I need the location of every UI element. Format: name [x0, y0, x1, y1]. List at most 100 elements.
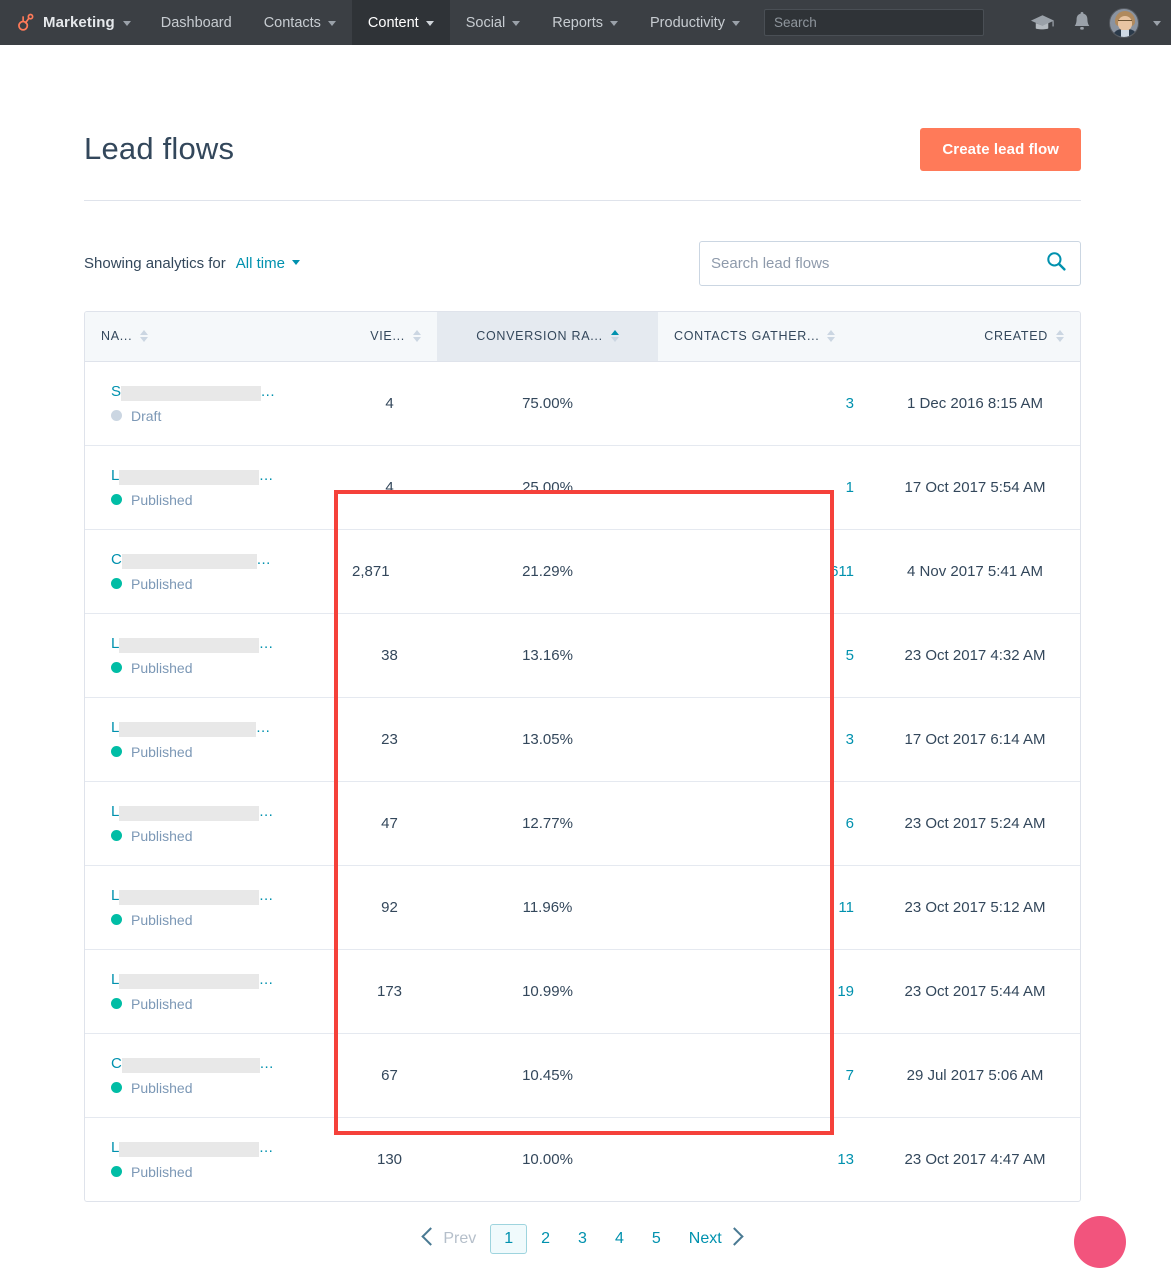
cell-created: 23 Oct 2017 5:24 AM	[870, 781, 1080, 866]
pagination-prev[interactable]: Prev	[410, 1226, 490, 1252]
search-lead-flows-box[interactable]	[699, 241, 1081, 286]
cell-name[interactable]: C... Published	[85, 1033, 342, 1118]
cell-name[interactable]: S... Draft	[85, 361, 342, 446]
cell-contacts-gathered[interactable]: 3	[658, 697, 870, 782]
contacts-count-link[interactable]: 3	[846, 395, 854, 412]
lead-flow-name-link[interactable]: L...	[111, 1139, 326, 1157]
table-row[interactable]: S... Draft 4 75.00% 3 1 Dec 2016 8:15 AM	[85, 361, 1080, 446]
column-header-name[interactable]: NA...	[85, 312, 342, 362]
column-header-contacts-gathered[interactable]: CONTACTS GATHER...	[658, 312, 870, 362]
cell-contacts-gathered[interactable]: 19	[658, 949, 870, 1034]
table-row[interactable]: L... Published 23 13.05% 3 17 Oct 2017 6:14 A…	[85, 697, 1080, 782]
cell-conversion-rate: 12.77%	[437, 781, 658, 866]
cell-views: 92	[342, 865, 437, 950]
table-row[interactable]: C... Published 67 10.45% 7 29 Jul 2017 5:06 A…	[85, 1033, 1080, 1118]
date-range-dropdown[interactable]: All time	[236, 255, 300, 272]
cell-name[interactable]: C... Published	[85, 529, 342, 614]
table-row[interactable]: L... Published 47 12.77% 6 23 Oct 2017 5:24 A…	[85, 781, 1080, 866]
lead-flow-name-link[interactable]: L...	[111, 971, 326, 989]
cell-contacts-gathered[interactable]: 5	[658, 613, 870, 698]
brand-home-link[interactable]: Marketing	[0, 0, 145, 45]
lead-flow-name-link[interactable]: L...	[111, 719, 326, 737]
academy-cap-icon[interactable]	[1029, 10, 1055, 36]
status-label: Published	[131, 911, 193, 928]
notifications-bell-icon[interactable]	[1069, 10, 1095, 36]
pagination-page-3[interactable]: 3	[564, 1226, 601, 1252]
cell-name[interactable]: L... Published	[85, 781, 342, 866]
cell-name[interactable]: L... Published	[85, 445, 342, 530]
cell-contacts-gathered[interactable]: 6	[658, 781, 870, 866]
column-header-views[interactable]: VIE...	[342, 312, 437, 362]
contacts-count-link[interactable]: 7	[846, 1067, 854, 1084]
global-search-input[interactable]	[763, 9, 984, 36]
table-header-row: NA... VIE... CONVERSION RA... CONTACTS G…	[85, 312, 1080, 362]
status-badge: Published	[111, 1080, 326, 1096]
cell-name[interactable]: L... Published	[85, 1117, 342, 1201]
cell-contacts-gathered[interactable]: 7	[658, 1033, 870, 1118]
contacts-count-link[interactable]: 19	[837, 983, 854, 1000]
pagination-page-5[interactable]: 5	[638, 1226, 675, 1252]
lead-flow-name-link[interactable]: L...	[111, 803, 326, 821]
cell-contacts-gathered[interactable]: 3	[658, 361, 870, 446]
table-row[interactable]: L... Published 92 11.96% 11 23 Oct 2017 5:12 …	[85, 865, 1080, 950]
lead-flow-name-link[interactable]: C...	[111, 551, 326, 569]
pagination-next[interactable]: Next	[675, 1226, 755, 1252]
contacts-count-link[interactable]: 13	[837, 1151, 854, 1168]
table-row[interactable]: C... Published 2,871 21.29% 611 4 Nov 2017 5:…	[85, 529, 1080, 614]
redacted-name-block	[119, 1141, 260, 1157]
create-lead-flow-button[interactable]: Create lead flow	[920, 127, 1081, 171]
contacts-count-link[interactable]: 11	[838, 899, 854, 916]
column-header-created[interactable]: CREATED	[870, 312, 1080, 362]
sort-toggle-icon[interactable]	[140, 330, 149, 343]
table-row[interactable]: L... Published 130 10.00% 13 23 Oct 2017 4:47…	[85, 1117, 1080, 1201]
pagination-page-2[interactable]: 2	[527, 1226, 564, 1252]
cell-name[interactable]: L... Published	[85, 949, 342, 1034]
table-row[interactable]: L... Published 173 10.99% 19 23 Oct 2017 5:44…	[85, 949, 1080, 1034]
search-lead-flows-input[interactable]	[711, 255, 1046, 272]
table-row[interactable]: L... Published 4 25.00% 1 17 Oct 2017 5:54 AM	[85, 445, 1080, 530]
nav-item-dashboard[interactable]: Dashboard	[145, 0, 248, 45]
nav-item-reports[interactable]: Reports	[536, 0, 634, 45]
cell-name[interactable]: L... Published	[85, 613, 342, 698]
chat-widget-button[interactable]	[1074, 1216, 1126, 1268]
cell-name[interactable]: L... Published	[85, 697, 342, 782]
nav-item-productivity[interactable]: Productivity	[634, 0, 756, 45]
sort-toggle-icon[interactable]	[413, 330, 421, 343]
nav-item-contacts[interactable]: Contacts	[248, 0, 352, 45]
sort-toggle-icon[interactable]	[827, 330, 836, 343]
contacts-count-link[interactable]: 3	[846, 731, 854, 748]
contacts-count-link[interactable]: 6	[846, 815, 854, 832]
lead-flow-name-link[interactable]: C...	[111, 1055, 326, 1073]
lead-flow-name-link[interactable]: L...	[111, 467, 326, 485]
lead-flow-name-link[interactable]: S...	[111, 383, 326, 401]
nav-item-social[interactable]: Social	[450, 0, 537, 45]
table-row[interactable]: L... Published 38 13.16% 5 23 Oct 2017 4:32 A…	[85, 613, 1080, 698]
contacts-count-link[interactable]: 1	[846, 479, 854, 496]
cell-name[interactable]: L... Published	[85, 865, 342, 950]
pagination-page-4[interactable]: 4	[601, 1226, 638, 1252]
column-header-conversion-rate[interactable]: CONVERSION RA...	[437, 312, 658, 362]
avatar[interactable]	[1109, 7, 1139, 38]
cell-contacts-gathered[interactable]: 13	[658, 1117, 870, 1201]
cell-created: 4 Nov 2017 5:41 AM	[870, 529, 1080, 614]
contacts-count-link[interactable]: 611	[830, 563, 854, 580]
cell-contacts-gathered[interactable]: 1	[658, 445, 870, 530]
contacts-count-link[interactable]: 5	[846, 647, 854, 664]
cell-views: 4	[342, 361, 437, 446]
lead-flow-name-link[interactable]: L...	[111, 635, 326, 653]
lead-flows-table-card: NA... VIE... CONVERSION RA... CONTACTS G…	[84, 311, 1081, 1202]
status-dot-icon	[111, 662, 122, 673]
search-icon[interactable]	[1046, 251, 1066, 276]
status-label: Published	[131, 743, 193, 760]
lead-flow-name-link[interactable]: L...	[111, 887, 326, 905]
cell-contacts-gathered[interactable]: 611	[658, 529, 870, 614]
nav-item-content[interactable]: Content	[351, 0, 450, 45]
cell-created: 23 Oct 2017 5:44 AM	[870, 949, 1080, 1034]
status-dot-icon	[111, 1082, 122, 1093]
status-badge: Published	[111, 912, 326, 928]
chevron-down-icon[interactable]	[1153, 21, 1161, 26]
sort-toggle-icon[interactable]	[610, 330, 619, 343]
cell-contacts-gathered[interactable]: 11	[658, 865, 870, 950]
sort-toggle-icon[interactable]	[1056, 330, 1064, 343]
pagination-page-1[interactable]: 1	[490, 1224, 528, 1254]
